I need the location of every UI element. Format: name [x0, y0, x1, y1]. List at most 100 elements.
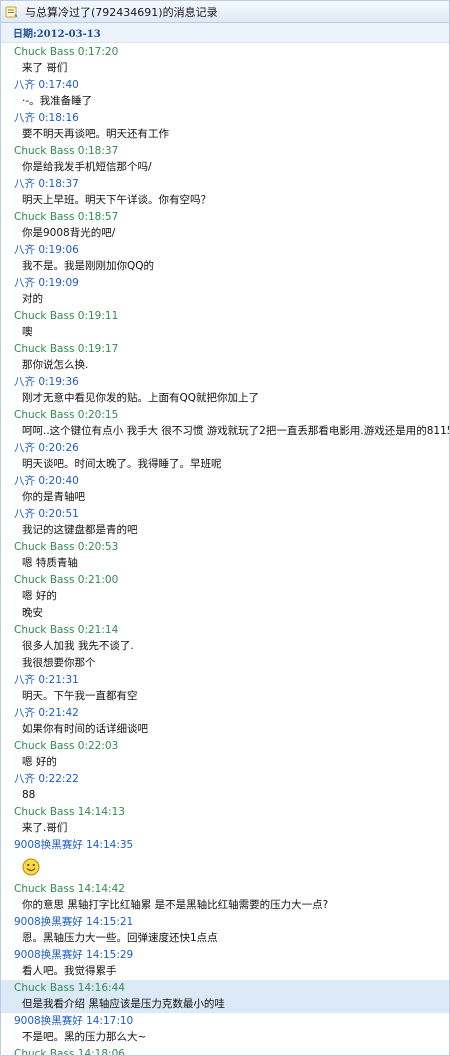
sender-name: 八齐: [14, 508, 35, 520]
message-text: 恩。黑轴压力大一些。回弹速度还快1点点: [22, 932, 218, 944]
message-item[interactable]: Chuck Bass 0:17:20 来了 哥们: [1, 44, 449, 77]
message-item[interactable]: 9008换黑赛好 14:15:21 恩。黑轴压力大一些。回弹速度还快1点点: [1, 914, 449, 947]
message-header: 八齐 0:20:26: [14, 440, 447, 456]
message-time: 0:19:06: [38, 244, 79, 256]
message-time: 0:19:36: [38, 376, 79, 388]
date-header: 日期:2012-03-13: [1, 23, 449, 43]
sender-name: 9008换黑赛好: [14, 949, 83, 961]
message-item[interactable]: Chuck Bass 0:22:03 嗯 好的: [1, 738, 449, 771]
smiley-emoji-icon: [22, 858, 40, 876]
message-item[interactable]: 八齐 0:18:16 要不明天再谈吧。明天还有工作: [1, 110, 449, 143]
window-title: 与总算冷过了(792434691)的消息记录: [25, 5, 218, 19]
message-item[interactable]: Chuck Bass 0:21:00 嗯 好的 晚安: [1, 572, 449, 622]
message-time: 0:20:51: [38, 508, 79, 520]
message-time: 0:20:26: [38, 442, 79, 454]
message-item[interactable]: 八齐 0:20:40 你的是青轴吧: [1, 473, 449, 506]
message-text: 嗯 特质青轴: [22, 557, 78, 569]
message-text: 你是给我发手机短信那个吗/: [22, 161, 152, 173]
message-text: 我不是。我是刚刚加你QQ的: [22, 260, 155, 272]
message-item[interactable]: 八齐 0:20:51 我记的这键盘都是青的吧: [1, 506, 449, 539]
message-header: Chuck Bass 0:21:14: [14, 622, 447, 638]
message-item[interactable]: 八齐 0:21:31 明天。下午我一直都有空: [1, 672, 449, 705]
message-text: 但是我看介绍 黑轴应该是压力克数最小的哇: [22, 998, 225, 1010]
message-time: 0:21:42: [38, 707, 79, 719]
message-text: 刚才无意中看见你发的贴。上面有QQ就把你加上了: [22, 392, 260, 404]
sender-name: Chuck Bass: [14, 624, 75, 636]
sender-name: 八齐: [14, 244, 35, 256]
sender-name: Chuck Bass: [14, 310, 75, 322]
message-item[interactable]: 八齐 0:19:36 刚才无意中看见你发的贴。上面有QQ就把你加上了: [1, 374, 449, 407]
message-text: 我很想要你那个: [22, 657, 96, 669]
message-time: 0:20:40: [38, 475, 79, 487]
chat-history-window: 与总算冷过了(792434691)的消息记录 日期:2012-03-13 Chu…: [0, 0, 450, 1056]
message-header: Chuck Bass 0:19:11: [14, 308, 447, 324]
message-item[interactable]: Chuck Bass 14:14:42 你的意思 黑轴打字比红轴累 是不是黑轴比红…: [1, 881, 449, 914]
message-header: Chuck Bass 14:18:06: [14, 1046, 447, 1055]
sender-name: Chuck Bass: [14, 211, 75, 223]
message-header: Chuck Bass 14:14:13: [14, 804, 447, 820]
message-item[interactable]: Chuck Bass 0:20:15 呵呵..这个键位有点小 我手大 很不习惯 游…: [1, 407, 449, 440]
message-item[interactable]: 八齐 0:22:22 88: [1, 771, 449, 804]
message-item[interactable]: 八齐 0:18:37 明天上早班。明天下午详谈。你有空吗？: [1, 176, 449, 209]
sender-name: Chuck Bass: [14, 883, 75, 895]
message-text: 明天上早班。明天下午详谈。你有空吗？: [22, 194, 211, 206]
message-header: 八齐 0:18:37: [14, 176, 447, 192]
message-text: 嗯 好的: [22, 590, 57, 602]
message-list[interactable]: Chuck Bass 0:17:20 来了 哥们 八齐 0:17:40 ·-。我准备睡…: [1, 43, 449, 1055]
message-item[interactable]: Chuck Bass 0:18:37 你是给我发手机短信那个吗/: [1, 143, 449, 176]
message-header: Chuck Bass 14:16:44: [14, 980, 447, 996]
sender-name: 八齐: [14, 277, 35, 289]
message-item[interactable]: 八齐 0:19:06 我不是。我是刚刚加你QQ的: [1, 242, 449, 275]
message-header: 八齐 0:19:09: [14, 275, 447, 291]
message-item[interactable]: 八齐 0:21:42 如果你有时间的话详细谈吧: [1, 705, 449, 738]
message-header: 八齐 0:20:51: [14, 506, 447, 522]
message-time: 0:19:09: [38, 277, 79, 289]
message-item[interactable]: Chuck Bass 0:19:17 那你说怎么换.: [1, 341, 449, 374]
message-header: Chuck Bass 0:22:03: [14, 738, 447, 754]
message-header: Chuck Bass 0:18:57: [14, 209, 447, 225]
message-item[interactable]: Chuck Bass 0:18:57 你是9008背光的吧/: [1, 209, 449, 242]
message-time: 0:20:53: [77, 541, 119, 553]
message-header: Chuck Bass 0:20:53: [14, 539, 447, 555]
message-header: 八齐 0:20:40: [14, 473, 447, 489]
message-item[interactable]: 八齐 0:19:09 对的: [1, 275, 449, 308]
message-time: 0:19:17: [77, 343, 119, 355]
message-header: 八齐 0:18:16: [14, 110, 447, 126]
message-time: 0:18:37: [77, 145, 119, 157]
message-time: 0:17:40: [38, 79, 79, 91]
chat-history-icon: [5, 5, 19, 19]
message-text: 明天。下午我一直都有空: [22, 690, 138, 702]
message-item[interactable]: Chuck Bass 14:16:44 但是我看介绍 黑轴应该是压力克数最小的哇: [1, 980, 449, 1013]
message-item[interactable]: 八齐 0:20:26 明天谈吧。时间太晚了。我得睡了。早班呢: [1, 440, 449, 473]
message-header: 八齐 0:17:40: [14, 77, 447, 93]
message-item[interactable]: Chuck Bass 0:19:11 噢: [1, 308, 449, 341]
message-time: 0:22:03: [77, 740, 119, 752]
message-text: ·-。我准备睡了: [22, 95, 93, 107]
date-label: 日期:2012-03-13: [13, 29, 101, 40]
message-item[interactable]: Chuck Bass 0:20:53 嗯 特质青轴: [1, 539, 449, 572]
message-header: Chuck Bass 14:14:42: [14, 881, 447, 897]
message-item[interactable]: 9008换黑赛好 14:15:29 看人吧。我觉得累手: [1, 947, 449, 980]
message-text: 我记的这键盘都是青的吧: [22, 524, 138, 536]
sender-name: Chuck Bass: [14, 46, 75, 58]
message-time: 14:15:29: [86, 949, 134, 961]
sender-name: Chuck Bass: [14, 806, 75, 818]
message-item[interactable]: Chuck Bass 14:14:13 来了.哥们: [1, 804, 449, 837]
message-header: 八齐 0:21:31: [14, 672, 447, 688]
message-header: 八齐 0:19:06: [14, 242, 447, 258]
message-time: 0:21:00: [77, 574, 119, 586]
sender-name: Chuck Bass: [14, 145, 75, 157]
message-item[interactable]: Chuck Bass 0:21:14 很多人加我 我先不谈了. 我很想要你那个: [1, 622, 449, 672]
sender-name: Chuck Bass: [14, 343, 75, 355]
message-item[interactable]: 9008换黑赛好 14:17:10 不是吧。黑的压力那么大~: [1, 1013, 449, 1046]
message-item[interactable]: 9008换黑赛好 14:14:35: [1, 837, 449, 881]
message-item[interactable]: Chuck Bass 14:18:06: [1, 1046, 449, 1055]
sender-name: 9008换黑赛好: [14, 1015, 83, 1027]
message-time: 14:14:42: [77, 883, 125, 895]
message-text: 你的意思 黑轴打字比红轴累 是不是黑轴比红轴需要的压力大一点?: [22, 899, 329, 911]
message-item[interactable]: 八齐 0:17:40 ·-。我准备睡了: [1, 77, 449, 110]
message-text: 看人吧。我觉得累手: [22, 965, 117, 977]
message-text: 你的是青轴吧: [22, 491, 85, 503]
message-header: 9008换黑赛好 14:15:21: [14, 914, 447, 930]
message-time: 14:15:21: [86, 916, 134, 928]
